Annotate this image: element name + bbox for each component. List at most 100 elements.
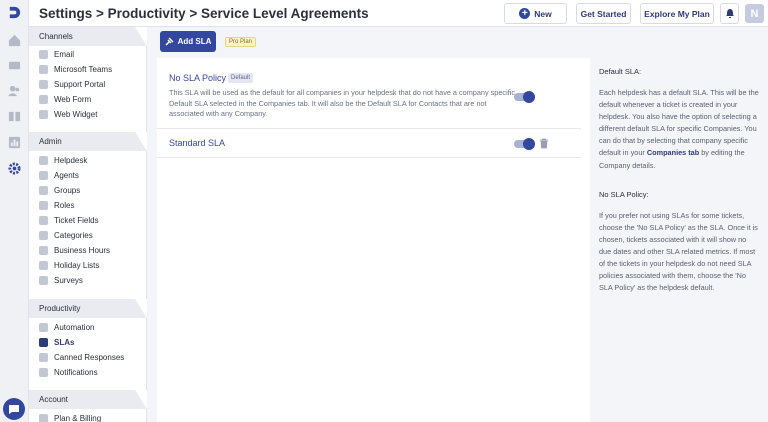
new-button-label: New — [534, 8, 552, 19]
nav-item-label: Email — [54, 50, 75, 59]
nav-item-label: Web Form — [54, 95, 92, 104]
settings-gear-icon[interactable] — [8, 162, 21, 175]
new-button[interactable]: + New — [504, 3, 567, 24]
sla-row: No SLA Policy Default This SLA will be u… — [157, 58, 581, 129]
nav-item-label: Automation — [54, 323, 95, 332]
nav-item-automation[interactable]: Automation — [39, 321, 94, 334]
app-rail — [0, 0, 29, 422]
nav-item-label: Canned Responses — [54, 353, 125, 362]
email-icon — [39, 50, 48, 59]
nav-item-slas[interactable]: SLAs — [39, 336, 74, 349]
home-icon[interactable] — [8, 34, 21, 47]
add-sla-button[interactable]: Add SLA — [160, 31, 216, 52]
nav-item-label: Notifications — [54, 368, 98, 377]
page-title: Settings > Productivity > Service Level … — [39, 6, 369, 21]
surveys-icon — [39, 276, 48, 285]
nav-item-label: Business Hours — [54, 246, 111, 255]
nav-item-label: Categories — [54, 231, 93, 240]
tickets-icon[interactable] — [8, 59, 21, 72]
nav-item-helpdesk[interactable]: Helpdesk — [39, 154, 87, 167]
holiday-lists-icon — [39, 261, 48, 270]
avatar[interactable]: N — [745, 4, 764, 23]
bell-icon — [725, 9, 734, 18]
contacts-icon[interactable] — [8, 84, 21, 97]
nav-item-label: SLAs — [54, 338, 75, 347]
nav-item-agents[interactable]: Agents — [39, 169, 79, 182]
sla-enabled-toggle[interactable] — [514, 138, 535, 150]
nav-item-label: Ticket Fields — [54, 216, 99, 225]
nav-section-account: Account — [29, 390, 147, 409]
categories-icon — [39, 231, 48, 240]
notifications-icon — [39, 368, 48, 377]
web-widget-icon — [39, 110, 48, 119]
ticket-fields-icon — [39, 216, 48, 225]
groups-icon — [39, 186, 48, 195]
agents-icon — [39, 171, 48, 180]
nav-item-label: Agents — [54, 171, 79, 180]
companies-tab-link[interactable]: Companies tab — [647, 148, 699, 157]
nav-item-ticket-fields[interactable]: Ticket Fields — [39, 214, 99, 227]
default-badge: Default — [228, 73, 254, 83]
nav-item-roles[interactable]: Roles — [39, 199, 74, 212]
help-default-sla-title: Default SLA: — [599, 67, 642, 76]
gavel-icon — [39, 338, 48, 347]
nav-item-microsoft-teams[interactable]: Microsoft Teams — [39, 63, 112, 76]
nav-item-label: Microsoft Teams — [54, 65, 113, 74]
teams-icon — [39, 65, 48, 74]
nav-item-label: Web Widget — [54, 110, 98, 119]
nav-item-label: Plan & Billing — [54, 414, 102, 422]
notifications-button[interactable] — [720, 3, 739, 24]
helpdesk-icon — [39, 156, 48, 165]
nav-item-holiday-lists[interactable]: Holiday Lists — [39, 259, 99, 272]
pro-plan-badge: Pro Plan — [225, 37, 257, 47]
gavel-icon — [165, 37, 174, 46]
canned-responses-icon — [39, 353, 48, 362]
chat-support-button[interactable] — [3, 398, 25, 420]
trash-icon[interactable] — [539, 138, 549, 149]
sla-description: This SLA will be used as the default for… — [169, 88, 515, 118]
nav-item-support-portal[interactable]: Support Portal — [39, 78, 105, 91]
nav-item-categories[interactable]: Categories — [39, 229, 93, 242]
plan-billing-icon — [39, 414, 48, 422]
nav-item-email[interactable]: Email — [39, 48, 74, 61]
content-toolbar: Add SLA Pro Plan — [147, 27, 768, 57]
business-hours-icon — [39, 246, 48, 255]
nav-item-business-hours[interactable]: Business Hours — [39, 244, 110, 257]
nav-item-groups[interactable]: Groups — [39, 184, 80, 197]
nav-item-label: Holiday Lists — [54, 261, 100, 270]
automation-icon — [39, 323, 48, 332]
nav-item-web-form[interactable]: Web Form — [39, 93, 91, 106]
help-no-sla-title: No SLA Policy: — [599, 189, 649, 199]
nav-item-canned-responses[interactable]: Canned Responses — [39, 351, 124, 364]
add-sla-label: Add SLA — [177, 37, 212, 46]
portal-icon — [39, 80, 48, 89]
web-form-icon — [39, 95, 48, 104]
roles-icon — [39, 201, 48, 210]
app-logo-icon[interactable] — [7, 5, 22, 20]
sla-name-link[interactable]: No SLA Policy — [169, 73, 226, 83]
reports-icon[interactable] — [8, 136, 21, 149]
chat-bubble-icon — [9, 405, 19, 414]
sla-list: No SLA Policy Default This SLA will be u… — [157, 58, 590, 422]
help-no-sla-text: If you prefer not using SLAs for some ti… — [599, 210, 758, 293]
nav-item-label: Groups — [54, 186, 81, 195]
sla-name-link[interactable]: Standard SLA — [169, 138, 225, 148]
explore-my-plan-button[interactable]: Explore My Plan — [640, 3, 714, 24]
plus-icon: + — [519, 8, 531, 19]
help-default-sla-text: Each helpdesk has a default SLA. This wi… — [599, 87, 759, 172]
nav-item-label: Roles — [54, 201, 75, 210]
knowledge-base-icon[interactable] — [8, 110, 21, 123]
top-bar: Settings > Productivity > Service Level … — [29, 0, 768, 27]
nav-section-admin: Admin — [29, 132, 147, 151]
sla-enabled-toggle[interactable] — [514, 91, 535, 103]
nav-item-surveys[interactable]: Surveys — [39, 274, 83, 287]
settings-nav: Channels Email Microsoft Teams Support P… — [29, 27, 147, 422]
nav-item-label: Support Portal — [54, 80, 106, 89]
nav-section-channels: Channels — [29, 27, 147, 46]
nav-item-notifications[interactable]: Notifications — [39, 366, 98, 379]
nav-item-web-widget[interactable]: Web Widget — [39, 108, 97, 121]
nav-item-plan-billing[interactable]: Plan & Billing — [39, 412, 101, 422]
nav-section-productivity: Productivity — [29, 299, 147, 318]
nav-item-label: Surveys — [54, 276, 83, 285]
get-started-button[interactable]: Get Started — [576, 3, 631, 24]
